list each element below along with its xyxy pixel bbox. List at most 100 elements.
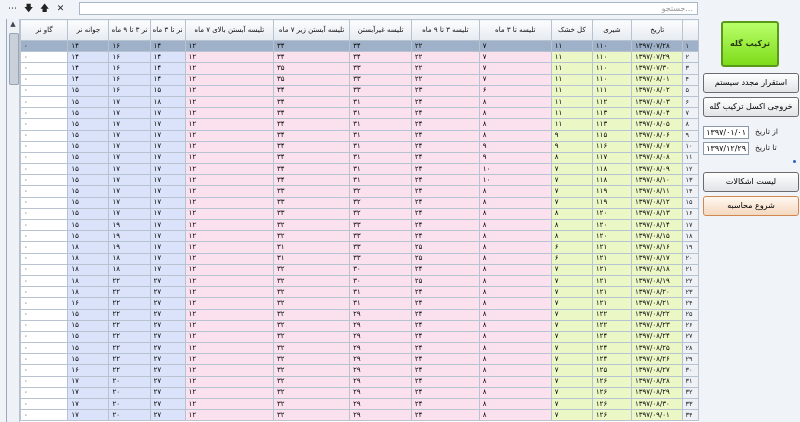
table-cell[interactable]: ۰ [19,129,69,142]
table-cell[interactable]: ۸ [478,107,552,120]
table-cell[interactable]: ۳۲ [273,353,351,366]
table-row[interactable]: ۰ ۱۵ ۲۲ ۲۷ ۱۲ ۳۲ ۲۹ ۲۴ ۸ ۷ ۱۲۴ ۱۳۹۷/۰۸/۲۴ ۲۷ [19,330,699,344]
table-cell[interactable]: ۱۱۶ [591,140,633,153]
table-cell[interactable]: ۷ [478,73,552,86]
table-cell[interactable]: ۳۰ [349,263,412,276]
table-row[interactable]: ۰ ۱۵ ۱۷ ۱۷ ۱۲ ۳۴ ۳۱ ۲۴ ۱۰ ۷ ۱۱۸ ۱۳۹۷/۰۸/۱۰ ۱۳ [19,174,699,187]
table-cell[interactable]: ۱۴ [149,51,186,64]
table-cell[interactable]: ۷ [550,397,593,411]
row-number[interactable]: ۲۳ [682,286,699,299]
table-cell[interactable]: ۲۴ [410,218,480,232]
table-cell[interactable]: ۱۲ [184,151,275,165]
table-row[interactable]: ۰ ۱۵ ۱۹ ۱۷ ۱۲ ۳۲ ۳۳ ۲۴ ۸ ۸ ۱۲۰ ۱۳۹۷/۰۸/۱۵ ۱۸ [19,230,699,243]
table-cell[interactable]: ۱۳۹۷/۰۸/۲۹ [631,386,684,400]
table-cell[interactable]: ۲۴ [410,353,480,366]
table-cell[interactable]: ۱۱ [550,51,593,64]
error-list-button[interactable]: لیست اشکالات [703,172,799,192]
table-cell[interactable]: ۱۱۹ [591,196,633,209]
table-cell[interactable]: ۱۵ [67,95,110,109]
table-cell[interactable]: ۱۶ [108,73,151,86]
table-cell[interactable]: ۲۴ [410,230,480,243]
table-cell[interactable]: ۱۲۶ [591,397,633,411]
table-cell[interactable]: ۱۱ [550,107,593,120]
table-cell[interactable]: ۲۴ [410,129,480,142]
row-number[interactable]: ۱۹ [682,241,699,254]
table-cell[interactable]: ۳۲ [349,207,412,221]
row-number[interactable]: ۷ [682,107,699,120]
table-cell[interactable]: ۳۲ [273,230,351,243]
table-cell[interactable]: ۳۴ [273,95,351,109]
table-row[interactable]: ۰ ۱۵ ۱۷ ۱۷ ۱۲ ۳۴ ۳۱ ۲۴ ۸ ۱۱ ۱۱۳ ۱۳۹۷/۰۸/۰۵ ۸ [19,118,699,131]
table-cell[interactable]: ۲۴ [410,330,480,344]
table-cell[interactable]: ۰ [19,196,69,209]
table-row[interactable]: ۰ ۱۵ ۱۷ ۱۷ ۱۲ ۳۴ ۳۱ ۲۴ ۹ ۸ ۱۱۷ ۱۳۹۷/۰۸/۰۸ ۱۱ [19,151,699,165]
table-row[interactable]: ۰ ۱۷ ۲۰ ۲۷ ۱۲ ۳۲ ۲۹ ۲۴ ۸ ۷ ۱۲۶ ۱۳۹۷/۰۸/۳۰ ۳۳ [19,397,699,411]
table-cell[interactable]: ۱۹ [108,230,151,243]
row-number[interactable]: ۲۰ [682,252,699,265]
table-cell[interactable]: ۱۲ [184,140,275,153]
table-cell[interactable]: ۱۳۹۷/۰۸/۱۶ [631,241,684,254]
table-cell[interactable]: ۳۲ [273,397,351,411]
table-cell[interactable]: ۱۳۹۷/۰۸/۰۸ [631,151,684,165]
table-cell[interactable]: ۰ [19,353,69,366]
table-cell[interactable]: ۸ [550,230,593,243]
table-row[interactable]: ۰ ۱۸ ۱۹ ۱۷ ۱۲ ۳۱ ۳۳ ۲۵ ۸ ۶ ۱۲۱ ۱۳۹۷/۰۸/۱۶ ۱۹ [19,241,699,254]
column-header[interactable]: تلیسه تا ۳ ماه [478,19,552,41]
table-cell[interactable]: ۲۹ [349,308,412,321]
table-cell[interactable]: ۱۲ [184,95,275,109]
table-row[interactable]: ۰ ۱۸ ۲۲ ۲۷ ۱۲ ۳۲ ۳۰ ۲۵ ۸ ۷ ۱۲۱ ۱۳۹۷/۰۸/۱۹ ۲۲ [19,274,699,288]
table-cell[interactable]: ۱۲ [184,51,275,64]
table-cell[interactable]: ۰ [19,375,69,388]
column-header[interactable]: نر تا ۳ ماه [149,19,186,41]
table-cell[interactable]: ۲۳ [410,84,480,97]
table-row[interactable]: ۰ ۱۵ ۱۷ ۱۷ ۱۲ ۳۴ ۳۱ ۲۴ ۱۰ ۷ ۱۱۸ ۱۳۹۷/۰۸/۰۹ ۱۲ [19,163,699,176]
table-cell[interactable]: ۱۴ [67,73,110,86]
table-cell[interactable]: ۰ [19,185,69,198]
table-cell[interactable]: ۱۶ [67,297,110,310]
table-cell[interactable]: ۲۷ [149,297,186,310]
table-cell[interactable]: ۰ [19,95,69,109]
table-cell[interactable]: ۰ [19,263,69,276]
table-cell[interactable]: ۸ [550,151,593,165]
close-icon[interactable]: ✕ [56,4,65,14]
table-row[interactable]: ۰ ۱۴ ۱۶ ۱۴ ۱۲ ۳۵ ۳۳ ۲۲ ۷ ۱۱ ۱۱۰ ۱۳۹۷/۰۷/۳۰ ۳ [19,62,699,75]
table-cell[interactable]: ۸ [478,95,552,109]
table-cell[interactable]: ۱۳۹۷/۰۸/۱۲ [631,196,684,209]
table-row[interactable]: ۰ ۱۶ ۲۲ ۲۷ ۱۲ ۳۲ ۲۹ ۲۴ ۸ ۷ ۱۲۵ ۱۳۹۷/۰۸/۲۷ ۳۰ [19,364,699,377]
table-cell[interactable]: ۲۷ [149,330,186,344]
table-cell[interactable]: ۱۴ [149,39,186,53]
table-cell[interactable]: ۲۲ [108,342,151,355]
table-cell[interactable]: ۱۳۹۷/۰۸/۳۰ [631,397,684,411]
table-cell[interactable]: ۷ [478,62,552,75]
table-row[interactable]: ۰ ۱۵ ۱۹ ۱۷ ۱۲ ۳۲ ۳۳ ۲۴ ۸ ۸ ۱۲۰ ۱۳۹۷/۰۸/۱۴ ۱۷ [19,218,699,232]
table-cell[interactable]: ۷ [550,263,593,276]
table-cell[interactable]: ۱۷ [149,196,186,209]
table-cell[interactable]: ۱۷ [108,185,151,198]
scroll-thumb[interactable] [9,33,19,85]
table-cell[interactable]: ۱۳۹۷/۰۸/۰۴ [631,107,684,120]
table-cell[interactable]: ۳۳ [273,185,351,198]
row-number[interactable]: ۳۲ [682,386,699,400]
table-cell[interactable]: ۳۵ [273,62,351,75]
row-number[interactable]: ۲۵ [682,308,699,321]
table-cell[interactable]: ۳۴ [273,107,351,120]
table-cell[interactable]: ۷ [550,409,593,422]
table-cell[interactable]: ۳۲ [273,386,351,400]
table-cell[interactable]: ۱۳۹۷/۰۸/۱۷ [631,252,684,265]
table-cell[interactable]: ۱۵ [67,151,110,165]
table-cell[interactable]: ۱۵ [149,84,186,97]
table-cell[interactable]: ۱۵ [67,319,110,332]
table-row[interactable]: ۰ ۱۵ ۱۷ ۱۷ ۱۲ ۳۳ ۳۲ ۲۴ ۸ ۸ ۱۲۰ ۱۳۹۷/۰۸/۱۳ ۱۶ [19,207,699,221]
table-row[interactable]: ۰ ۱۷ ۲۰ ۲۷ ۱۲ ۳۲ ۲۹ ۲۴ ۸ ۷ ۱۲۶ ۱۳۹۷/۰۸/۲۸ ۳۱ [19,375,699,388]
table-cell[interactable]: ۳۳ [349,218,412,232]
table-cell[interactable]: ۱۲ [184,252,275,265]
table-cell[interactable]: ۷ [550,185,593,198]
table-cell[interactable]: ۱۳۹۷/۰۸/۲۱ [631,297,684,310]
table-cell[interactable]: ۸ [478,118,552,131]
table-cell[interactable]: ۱۱۳ [591,107,633,120]
table-cell[interactable]: ۳۳ [273,207,351,221]
table-cell[interactable]: ۱۱۰ [591,62,633,75]
table-cell[interactable]: ۱۲۱ [591,297,633,310]
table-cell[interactable]: ۱۶ [67,364,110,377]
row-number[interactable]: ۳۰ [682,364,699,377]
